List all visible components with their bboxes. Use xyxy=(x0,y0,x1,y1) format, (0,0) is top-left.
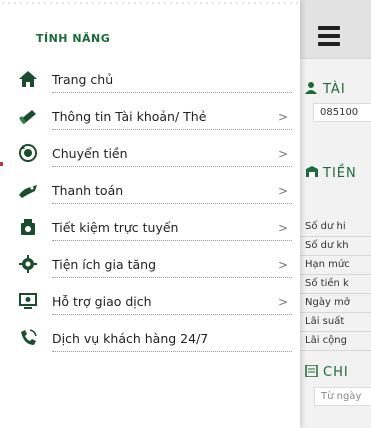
edge-marker xyxy=(0,162,3,166)
sidebar-title: TÍNH NĂNG xyxy=(36,32,111,45)
sidebar-item-label: Dịch vụ khách hàng 24/7 xyxy=(52,331,209,346)
balance-rows: Số dư hi Số dư kh Hạn mức Số tiền k Ngày… xyxy=(300,218,371,351)
sidebar-item-label: Tiết kiệm trực tuyến xyxy=(52,220,179,235)
sidebar-menu: TÍNH NĂNG Trang chủ Thông tin Tài khoản/… xyxy=(0,0,300,428)
sidebar-item-label: Thông tin Tài khoản/ Thẻ xyxy=(52,109,207,124)
payment-icon xyxy=(19,185,37,198)
row-label: Hạn mức xyxy=(300,256,371,275)
row-label: Lãi suất xyxy=(300,313,371,332)
row-label: Số dư hi xyxy=(300,218,371,237)
user-icon xyxy=(305,82,317,94)
sidebar-item-online-savings[interactable]: Tiết kiệm trực tuyến > xyxy=(0,210,300,247)
sidebar-top-pattern xyxy=(0,0,300,8)
phone-support-icon xyxy=(21,329,37,345)
list-icon xyxy=(305,365,318,377)
row-label: Lãi cộng xyxy=(300,332,371,351)
account-section-title: TÀI xyxy=(300,82,346,97)
sidebar-item-label: Hỗ trợ giao dịch xyxy=(52,294,152,309)
sidebar-item-label: Tiện ích gia tăng xyxy=(52,257,157,272)
sidebar-item-label: Thanh toán xyxy=(52,183,124,198)
chevron-right-icon: > xyxy=(277,147,288,161)
chevron-right-icon: > xyxy=(277,295,288,309)
money-section-title: TIỀN xyxy=(300,166,357,181)
monitor-support-icon xyxy=(19,293,37,309)
sidebar-item-value-added-services[interactable]: Tiện ích gia tăng > xyxy=(0,247,300,284)
sidebar-item-home[interactable]: Trang chủ xyxy=(0,62,300,99)
date-from-field[interactable]: Từ ngày xyxy=(314,387,371,406)
account-number-field[interactable]: 085100 xyxy=(313,103,371,122)
row-label: Ngày mở xyxy=(300,294,371,313)
sidebar-item-label: Chuyển tiền xyxy=(52,146,128,161)
chevron-right-icon: > xyxy=(277,184,288,198)
chevron-right-icon: > xyxy=(277,110,288,124)
sidebar-item-customer-service[interactable]: Dịch vụ khách hàng 24/7 xyxy=(0,321,300,358)
sidebar-item-account-card[interactable]: Thông tin Tài khoản/ Thẻ > xyxy=(0,99,300,136)
row-label: Số tiền k xyxy=(300,275,371,294)
sidebar-item-label: Trang chủ xyxy=(52,72,114,87)
card-icon xyxy=(19,110,36,124)
sidebar-item-payment[interactable]: Thanh toán > xyxy=(0,173,300,210)
wallet-icon xyxy=(306,166,318,177)
chevron-right-icon: > xyxy=(277,258,288,272)
chevron-right-icon: > xyxy=(277,221,288,235)
detail-section-title: CHI xyxy=(300,365,349,380)
sidebar-item-transaction-support[interactable]: Hỗ trợ giao dịch > xyxy=(0,284,300,321)
sidebar-item-transfer[interactable]: Chuyển tiền > xyxy=(0,136,300,173)
top-bar xyxy=(300,0,371,59)
gear-icon xyxy=(19,255,37,273)
savings-icon xyxy=(21,219,35,235)
hamburger-menu-icon[interactable] xyxy=(318,26,340,50)
home-icon xyxy=(19,71,37,87)
transfer-icon xyxy=(19,144,37,162)
sidebar-menu-list: Trang chủ Thông tin Tài khoản/ Thẻ > Chu… xyxy=(0,62,300,358)
row-label: Số dư kh xyxy=(300,237,371,256)
main-page: TÀI 085100 TIỀN Số dư hi Số dư kh Hạn mứ… xyxy=(300,0,371,428)
